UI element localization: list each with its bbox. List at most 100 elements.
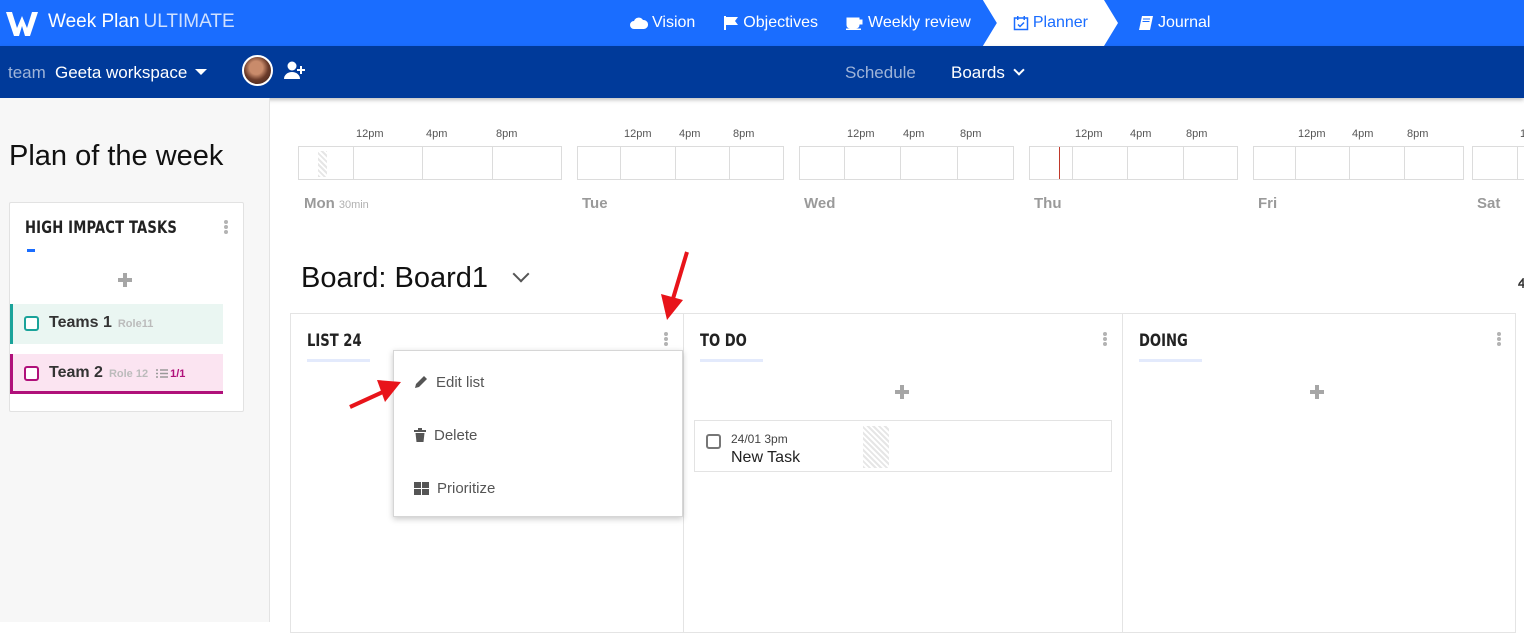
task-card[interactable]: 24/01 3pm New Task: [694, 420, 1112, 472]
nav-weekly-review[interactable]: Weekly review: [846, 0, 971, 46]
nav-objectives[interactable]: Objectives: [723, 0, 818, 46]
left-panel: Plan of the week HIGH IMPACT TASKS Teams…: [0, 98, 270, 622]
task-name: Team 2: [49, 364, 103, 381]
nav-planner[interactable]: Planner: [983, 0, 1118, 46]
task-item[interactable]: Teams 1 Role11: [10, 304, 223, 344]
hour-label: 8pm: [496, 128, 518, 140]
list-title: DOING: [1139, 331, 1188, 351]
menu-prioritize-label: Prioritize: [437, 479, 496, 497]
list-title: LIST 24: [307, 331, 362, 351]
task-item[interactable]: Team 2 Role 12 1/1: [10, 354, 223, 394]
task-checkbox[interactable]: [24, 366, 39, 381]
nav-journal-label: Journal: [1158, 14, 1211, 31]
list-kebab-menu-icon[interactable]: [664, 332, 668, 346]
current-time-line: [1059, 147, 1060, 179]
card-time-hatch: [863, 426, 889, 468]
trash-icon: [414, 428, 426, 442]
user-avatar[interactable]: [242, 55, 273, 86]
day-duration: 30min: [338, 199, 369, 211]
card-checkbox[interactable]: [706, 434, 721, 449]
top-navbar: Week Plan ULTIMATE Vision Objectives Week…: [0, 0, 1524, 46]
cloud-icon: [630, 17, 648, 29]
kebab-menu-icon[interactable]: [224, 220, 228, 234]
hour-gridline: [1072, 147, 1073, 179]
day-label: Fri: [1258, 195, 1278, 212]
weekplan-logo-icon[interactable]: [4, 6, 40, 40]
day-timeline-block[interactable]: [298, 146, 562, 180]
menu-prioritize[interactable]: Prioritize: [394, 464, 682, 512]
list-column: TO DO: [683, 313, 1123, 633]
task-role: Role 12: [108, 368, 149, 380]
task-name-wrap: Team 2 Role 12 1/1: [49, 364, 185, 382]
hour-label: 4pm: [903, 128, 925, 140]
app-edition: ULTIMATE: [143, 11, 235, 32]
annotation-arrow-icon: [349, 380, 401, 409]
hour-gridline: [1127, 147, 1128, 179]
hour-gridline: [353, 147, 354, 179]
boards-dropdown[interactable]: Boards: [951, 63, 1025, 83]
hour-gridline: [675, 147, 676, 179]
subtask-count-value: 1/1: [170, 368, 186, 380]
annotation-arrow-icon: [661, 251, 689, 320]
hour-label: 12pm: [1075, 128, 1103, 140]
nav-planner-label: Planner: [1032, 14, 1088, 31]
nav-journal[interactable]: Journal: [1138, 0, 1210, 46]
day-timeline-block[interactable]: [1472, 146, 1524, 180]
app-name: Week Plan ULTIMATE: [48, 11, 235, 33]
menu-edit-list[interactable]: Edit list: [394, 358, 682, 406]
hour-label: 12pm: [847, 128, 875, 140]
plan-title: Plan of the week: [9, 140, 224, 172]
edge-text-fragment: [1518, 278, 1524, 288]
day-timeline-block[interactable]: [799, 146, 1014, 180]
team-selector[interactable]: Geeta workspace: [55, 63, 208, 83]
coffee-icon: [846, 17, 863, 30]
title-underline: [27, 249, 35, 252]
schedule-tab[interactable]: Schedule: [845, 63, 916, 83]
boards-label: Boards: [951, 63, 1005, 82]
list-title-underline: [307, 359, 370, 362]
hour-gridline: [1517, 147, 1518, 179]
add-card-icon[interactable]: [1310, 385, 1324, 399]
team-name: Geeta workspace: [55, 63, 188, 82]
day-label: Tue: [582, 195, 608, 212]
hour-gridline: [900, 147, 901, 179]
day-label: Thu: [1034, 195, 1062, 212]
card-due-date: 24/01 3pm: [731, 432, 788, 446]
hour-label: 4pm: [1352, 128, 1374, 140]
menu-delete-label: Delete: [434, 426, 478, 444]
day-timeline-block[interactable]: [1029, 146, 1238, 180]
scheduled-time-hatch: [318, 151, 327, 177]
add-user-icon[interactable]: [284, 60, 306, 80]
hour-gridline: [422, 147, 423, 179]
nav-objectives-label: Objectives: [743, 14, 818, 31]
hour-label: 4pm: [426, 128, 448, 140]
hour-label: 12pm: [356, 128, 384, 140]
list-kebab-menu-icon[interactable]: [1497, 332, 1501, 346]
subtask-count: 1/1: [156, 368, 185, 380]
workspace-bar: team Geeta workspace Schedule Boards: [0, 46, 1524, 98]
nav-vision[interactable]: Vision: [630, 0, 695, 46]
add-card-icon[interactable]: [895, 385, 909, 399]
board-chevron-down-icon[interactable]: [512, 265, 530, 283]
hour-label: 12pm: [624, 128, 652, 140]
list-icon: [156, 369, 169, 378]
day-timeline-block[interactable]: [577, 146, 784, 180]
hour-label: 12pm: [1520, 128, 1524, 140]
list-title-underline: [1139, 359, 1202, 362]
day-label: Wed: [804, 195, 836, 212]
grid-icon: [414, 481, 429, 495]
hour-label: 8pm: [960, 128, 982, 140]
nav-weekly-review-label: Weekly review: [868, 14, 971, 31]
list-kebab-menu-icon[interactable]: [1103, 332, 1107, 346]
task-checkbox[interactable]: [24, 316, 39, 331]
menu-delete[interactable]: Delete: [394, 411, 682, 459]
team-label: team: [8, 63, 46, 82]
hour-label: 4pm: [1130, 128, 1152, 140]
day-timeline-block[interactable]: [1253, 146, 1464, 180]
flag-icon: [724, 16, 739, 30]
menu-edit-list-label: Edit list: [436, 373, 485, 391]
day-label: Sat: [1477, 195, 1501, 212]
book-icon: [1139, 16, 1153, 30]
card-title: New Task: [731, 449, 801, 466]
add-task-icon[interactable]: [118, 273, 132, 287]
